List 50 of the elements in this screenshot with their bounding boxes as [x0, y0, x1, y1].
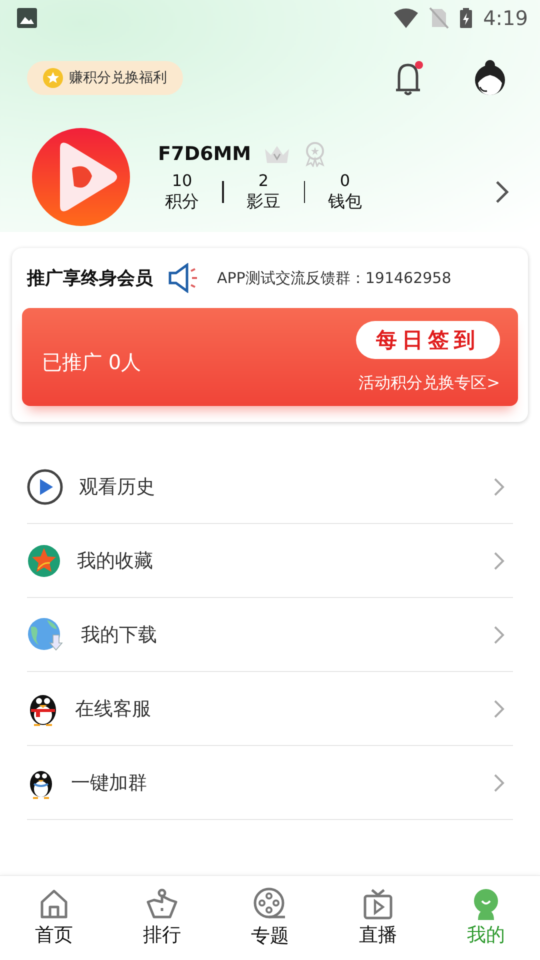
- battery-icon: [459, 7, 474, 29]
- wifi-icon: [393, 8, 420, 28]
- notice-text: APP测试交流反馈群：191462958: [217, 268, 452, 288]
- chevron-right-icon: [493, 698, 505, 718]
- tab-mine[interactable]: 我的: [446, 888, 526, 948]
- stat-label: 钱包: [328, 191, 362, 213]
- tab-rank[interactable]: 排行: [122, 888, 202, 948]
- chevron-right-icon: [493, 772, 505, 792]
- award-ribbon-icon: [303, 141, 328, 167]
- stat-label: 影豆: [246, 191, 280, 213]
- chevron-right-icon: [493, 624, 505, 644]
- play-circle-icon: [27, 468, 63, 504]
- points-exchange-pill[interactable]: 赚积分兑换福利: [27, 61, 183, 95]
- menu-item[interactable]: 在线客服: [27, 672, 513, 746]
- menu-item[interactable]: 我的下载: [27, 598, 513, 672]
- globe-download-icon: [27, 616, 65, 652]
- home-icon: [38, 888, 70, 920]
- clock: 4:19: [483, 6, 528, 30]
- menu-item[interactable]: 观看历史: [27, 450, 513, 524]
- stat-value: 10: [172, 171, 192, 190]
- menu-label: 一键加群: [71, 770, 148, 796]
- promo-title: 推广享终身会员: [27, 267, 153, 290]
- menu-label: 观看历史: [79, 474, 156, 500]
- daily-checkin-button[interactable]: 每日签到: [356, 320, 500, 358]
- chevron-right-icon: [493, 550, 505, 570]
- star-coin-icon: [43, 68, 63, 88]
- promoted-count: 已推广 0人: [42, 348, 142, 376]
- menu-label: 在线客服: [75, 696, 152, 722]
- film-reel-icon: [253, 887, 287, 921]
- tab-topic[interactable]: 专题: [230, 887, 310, 949]
- crown-outline-icon: [144, 888, 180, 920]
- star-badge-icon: [27, 544, 61, 578]
- chevron-right-icon: [493, 476, 505, 496]
- tab-live[interactable]: 直播: [338, 888, 418, 948]
- stat-value: 0: [340, 171, 350, 190]
- stat-value: 2: [258, 171, 269, 190]
- menu-item[interactable]: 一键加群: [27, 746, 513, 820]
- menu-label: 我的下载: [81, 622, 158, 648]
- customer-service-icon[interactable]: [472, 59, 508, 97]
- menu-item[interactable]: 我的收藏: [27, 524, 513, 598]
- username: F7D6MM: [158, 143, 252, 165]
- no-sim-icon: [429, 7, 450, 29]
- chevron-right-icon[interactable]: [494, 179, 510, 205]
- tab-home[interactable]: 首页: [14, 888, 94, 948]
- gallery-icon: [16, 7, 38, 29]
- points-exchange-link[interactable]: 活动积分兑换专区>: [358, 372, 500, 394]
- menu-label: 我的收藏: [77, 548, 154, 574]
- stat-label: 积分: [165, 191, 199, 213]
- megaphone-icon: [167, 263, 199, 293]
- tv-icon: [362, 888, 394, 920]
